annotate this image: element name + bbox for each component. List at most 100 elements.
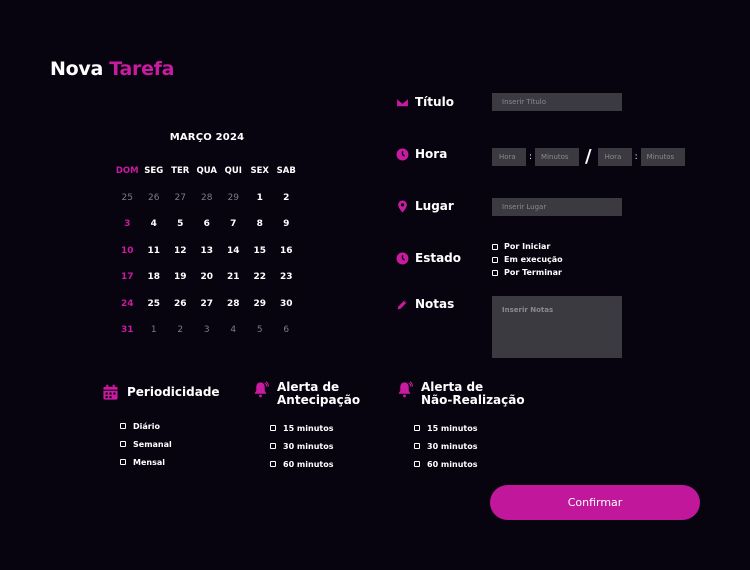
nao-realizacao-title: Alerta de Não-Realização	[421, 381, 525, 407]
calendar-day[interactable]: 6	[194, 219, 221, 229]
periodicidade-option[interactable]: Semanal	[120, 435, 172, 453]
option-label: 15 minutos	[427, 423, 478, 433]
calendar-day[interactable]: 25	[141, 299, 168, 309]
checkbox[interactable]	[492, 243, 498, 250]
periodicidade-options: Diário Semanal Mensal	[120, 417, 172, 471]
option-label: Mensal	[133, 457, 165, 467]
titulo-input[interactable]	[492, 93, 622, 111]
calendar-day[interactable]: 21	[220, 272, 247, 282]
antecipacao-option[interactable]: 60 minutos	[270, 455, 333, 473]
checkbox[interactable]	[414, 443, 420, 449]
estado-option[interactable]: Por Terminar	[492, 266, 563, 279]
calendar-day[interactable]: 29	[220, 193, 247, 203]
nao-realizacao-header: Alerta de Não-Realização	[396, 381, 525, 407]
checkbox[interactable]	[492, 256, 498, 263]
envelope-icon	[397, 98, 408, 106]
antecipacao-options: 15 minutos 30 minutos 60 minutos	[270, 419, 333, 473]
calendar-day[interactable]: 2	[167, 325, 194, 335]
calendar-day[interactable]: 26	[167, 299, 194, 309]
calendar-day[interactable]: 23	[273, 272, 300, 282]
time-colon: :	[634, 151, 638, 162]
calendar-day[interactable]: 28	[194, 193, 221, 203]
calendar-day[interactable]: 1	[141, 325, 168, 335]
calendar-day[interactable]: 31	[114, 325, 141, 335]
calendar-weeks: 25 26 27 28 29 1 2 3 4 5 6 7 8 9 10 11 12 13 14 15 16 17 18 19 2…	[114, 185, 300, 344]
estado-option[interactable]: Em execução	[492, 253, 563, 266]
periodicidade-header: Periodicidade	[102, 384, 220, 401]
calendar-day[interactable]: 9	[273, 219, 300, 229]
antecipacao-option[interactable]: 30 minutos	[270, 437, 333, 455]
checkbox[interactable]	[270, 425, 276, 431]
calendar-day[interactable]: 19	[167, 272, 194, 282]
calendar-day[interactable]: 18	[141, 272, 168, 282]
confirm-button[interactable]: Confirmar	[490, 485, 700, 520]
lugar-input[interactable]	[492, 198, 622, 216]
checkbox[interactable]	[270, 461, 276, 467]
calendar-day[interactable]: 22	[247, 272, 274, 282]
calendar-day[interactable]: 24	[114, 299, 141, 309]
checkbox[interactable]	[120, 441, 126, 447]
estado-option[interactable]: Por Iniciar	[492, 240, 563, 253]
calendar-week-row: 25 26 27 28 29 1 2	[114, 185, 300, 212]
calendar-day[interactable]: 6	[273, 325, 300, 335]
calendar-day[interactable]: 11	[141, 246, 168, 256]
antecipacao-option[interactable]: 15 minutos	[270, 419, 333, 437]
bell-icon	[398, 381, 413, 398]
calendar-day[interactable]: 14	[220, 246, 247, 256]
notas-textarea[interactable]: Inserir Notas	[492, 296, 622, 358]
time-colon: :	[529, 151, 533, 162]
nao-realizacao-option[interactable]: 60 minutos	[414, 455, 477, 473]
calendar-day[interactable]: 26	[141, 193, 168, 203]
periodicidade-option[interactable]: Diário	[120, 417, 172, 435]
checkbox[interactable]	[120, 459, 126, 465]
checkbox[interactable]	[270, 443, 276, 449]
calendar-day[interactable]: 27	[167, 193, 194, 203]
start-minutes-input[interactable]	[535, 147, 580, 166]
calendar-day[interactable]: 2	[273, 193, 300, 203]
calendar-day[interactable]: 25	[114, 193, 141, 203]
calendar-day[interactable]: 7	[220, 219, 247, 229]
calendar-day[interactable]: 8	[247, 219, 274, 229]
periodicidade-option[interactable]: Mensal	[120, 453, 172, 471]
weekday-label: SEX	[250, 166, 269, 177]
checkbox[interactable]	[492, 269, 498, 276]
checkbox[interactable]	[120, 423, 126, 429]
end-minutes-input[interactable]	[640, 147, 685, 166]
checkbox[interactable]	[414, 461, 420, 467]
calendar-day[interactable]: 13	[194, 246, 221, 256]
option-label: 15 minutos	[283, 423, 334, 433]
calendar-day[interactable]: 16	[273, 246, 300, 256]
start-hour-input[interactable]	[492, 147, 526, 166]
calendar-day[interactable]: 20	[194, 272, 221, 282]
calendar-day[interactable]: 10	[114, 246, 141, 256]
option-label: 60 minutos	[427, 459, 478, 469]
calendar-day[interactable]: 3	[194, 325, 221, 335]
calendar-day[interactable]: 1	[247, 193, 274, 203]
nao-realizacao-option[interactable]: 30 minutos	[414, 437, 477, 455]
calendar-day[interactable]: 4	[220, 325, 247, 335]
calendar-day[interactable]: 5	[247, 325, 274, 335]
option-label: 30 minutos	[427, 441, 478, 451]
location-pin-icon	[398, 200, 407, 212]
nao-realizacao-title-line2: Não-Realização	[421, 393, 525, 407]
end-hour-input[interactable]	[597, 147, 632, 166]
weekday-label: QUA	[196, 166, 217, 177]
nao-realizacao-option[interactable]: 15 minutos	[414, 419, 477, 437]
calendar-day[interactable]: 30	[273, 299, 300, 309]
calendar-grid: DOM SEG TER QUA QUI SEX SAB 25 26 27 28 29 1 2…	[114, 158, 300, 344]
checkbox[interactable]	[414, 425, 420, 431]
titulo-label: Título	[415, 95, 454, 109]
calendar-day[interactable]: 28	[220, 299, 247, 309]
calendar-day[interactable]: 5	[167, 219, 194, 229]
calendar-day[interactable]: 12	[167, 246, 194, 256]
calendar-day[interactable]: 27	[194, 299, 221, 309]
calendar-week-row: 17 18 19 20 21 22 23	[114, 264, 300, 291]
calendar-day[interactable]: 4	[141, 219, 168, 229]
page-title: Nova Tarefa	[50, 58, 174, 80]
option-label: Por Iniciar	[504, 242, 551, 251]
calendar-day[interactable]: 17	[114, 272, 141, 282]
calendar-day[interactable]: 3	[114, 219, 141, 229]
calendar-day[interactable]: 29	[247, 299, 274, 309]
calendar-day[interactable]: 15	[247, 246, 274, 256]
option-label: 60 minutos	[283, 459, 334, 469]
